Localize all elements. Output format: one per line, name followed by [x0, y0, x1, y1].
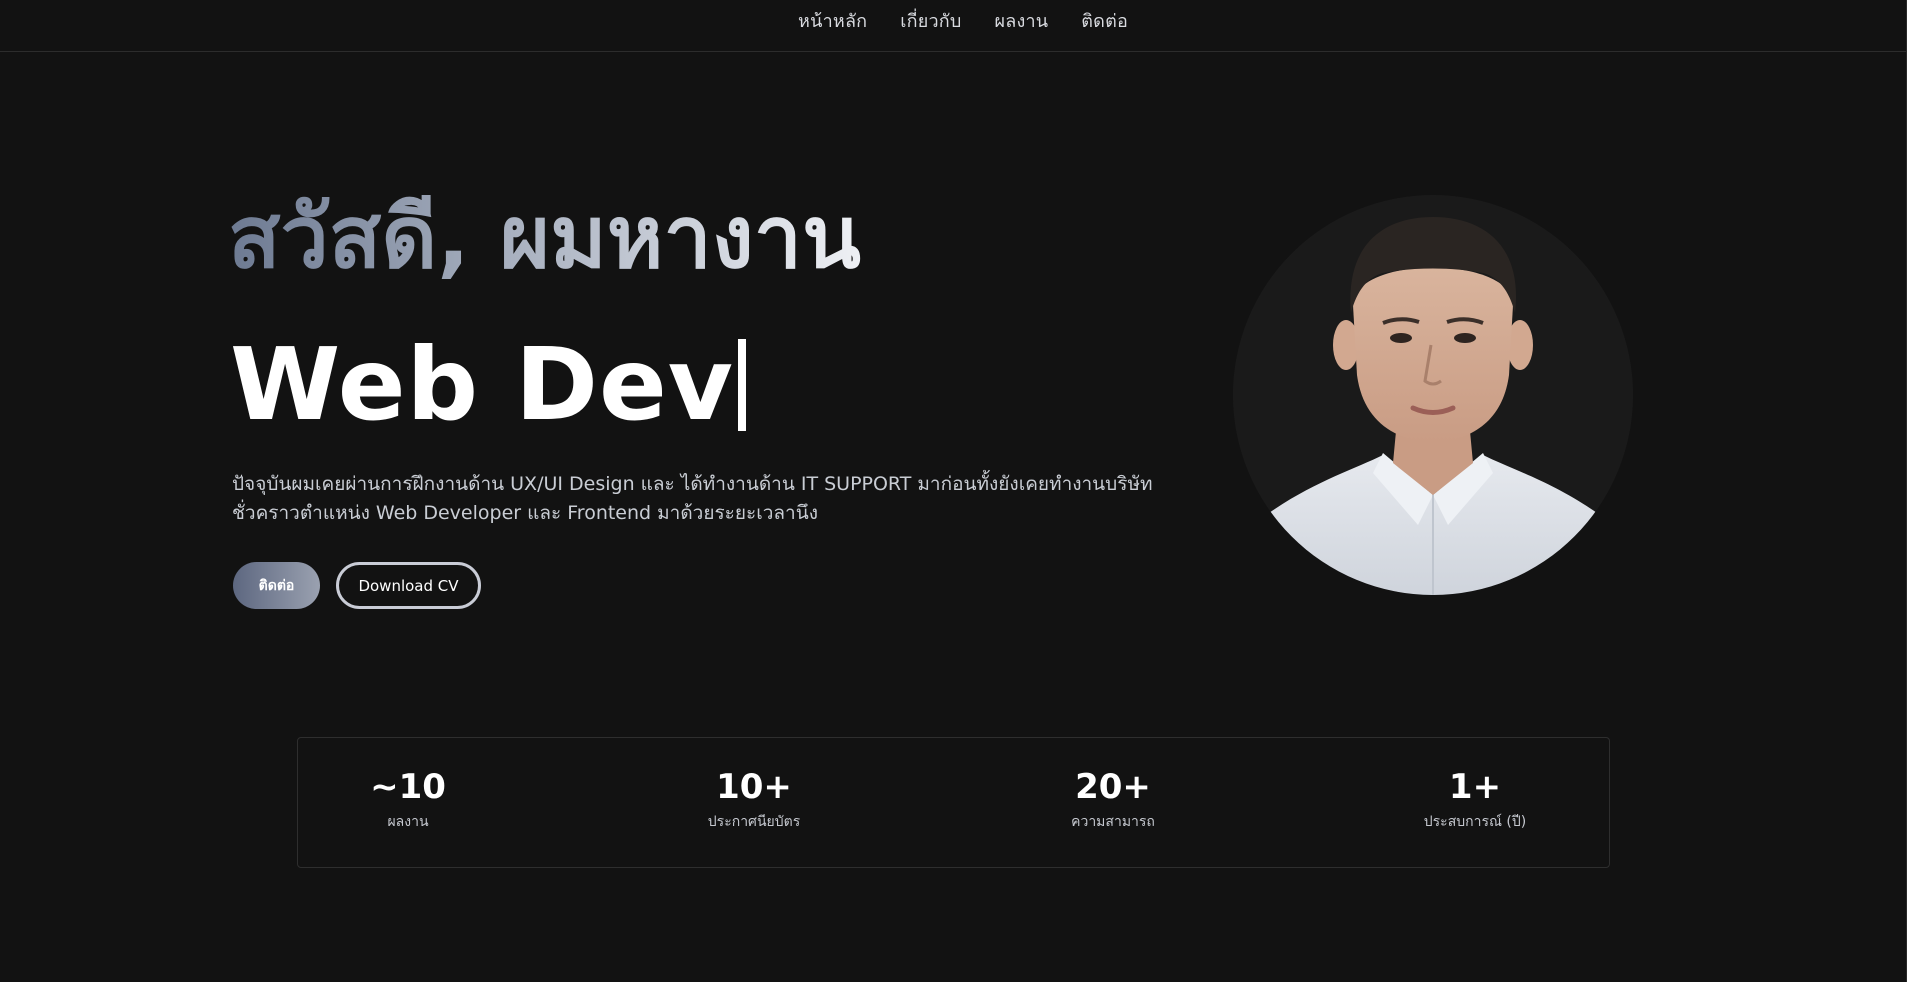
nav-link-about[interactable]: เกี่ยวกับ [900, 6, 961, 35]
stat-label: ผลงาน [387, 814, 429, 830]
stat-value: 10+ [716, 767, 792, 807]
top-navigation: หน้าหลัก เกี่ยวกับ ผลงาน ติดต่อ [0, 0, 1906, 52]
typed-role-text: Web Dev [230, 326, 734, 443]
stat-value: 20+ [1075, 767, 1151, 807]
stat-label: ประสบการณ์ (ปี) [1423, 814, 1527, 830]
contact-button[interactable]: ติดต่อ [233, 562, 320, 609]
stat-value: ~10 [370, 767, 446, 807]
download-cv-button[interactable]: Download CV [336, 562, 481, 609]
nav-link-home[interactable]: หน้าหลัก [798, 6, 867, 35]
stat-certificates: 10+ ประกาศนียบัตร [708, 770, 800, 833]
profile-portrait-illustration [1233, 195, 1633, 595]
typed-role: Web Dev [230, 335, 746, 435]
stat-portfolio: ~10 ผลงาน [370, 770, 446, 833]
stat-experience: 1+ ประสบการณ์ (ปี) [1424, 770, 1526, 833]
stat-label: ประกาศนียบัตร [707, 814, 801, 830]
stat-value: 1+ [1448, 767, 1502, 807]
hero-title: สวัสดี, ผมหางาน [228, 188, 861, 288]
nav-links: หน้าหลัก เกี่ยวกับ ผลงาน ติดต่อ [798, 6, 1128, 35]
stat-skills: 20+ ความสามารถ [1071, 770, 1155, 833]
profile-photo [1233, 195, 1633, 595]
page: หน้าหลัก เกี่ยวกับ ผลงาน ติดต่อ สวัสดี, … [0, 0, 1907, 982]
hero-buttons: ติดต่อ Download CV [233, 562, 481, 609]
nav-link-portfolio[interactable]: ผลงาน [995, 6, 1049, 35]
stats-panel: ~10 ผลงาน 10+ ประกาศนียบัตร 20+ ความสามา… [297, 737, 1610, 868]
typing-cursor [737, 339, 746, 431]
hero-description: ปัจจุบันผมเคยผ่านการฝึกงานด้าน UX/UI Des… [232, 473, 1153, 524]
stat-label: ความสามารถ [1071, 814, 1155, 830]
nav-link-contact[interactable]: ติดต่อ [1081, 6, 1128, 35]
